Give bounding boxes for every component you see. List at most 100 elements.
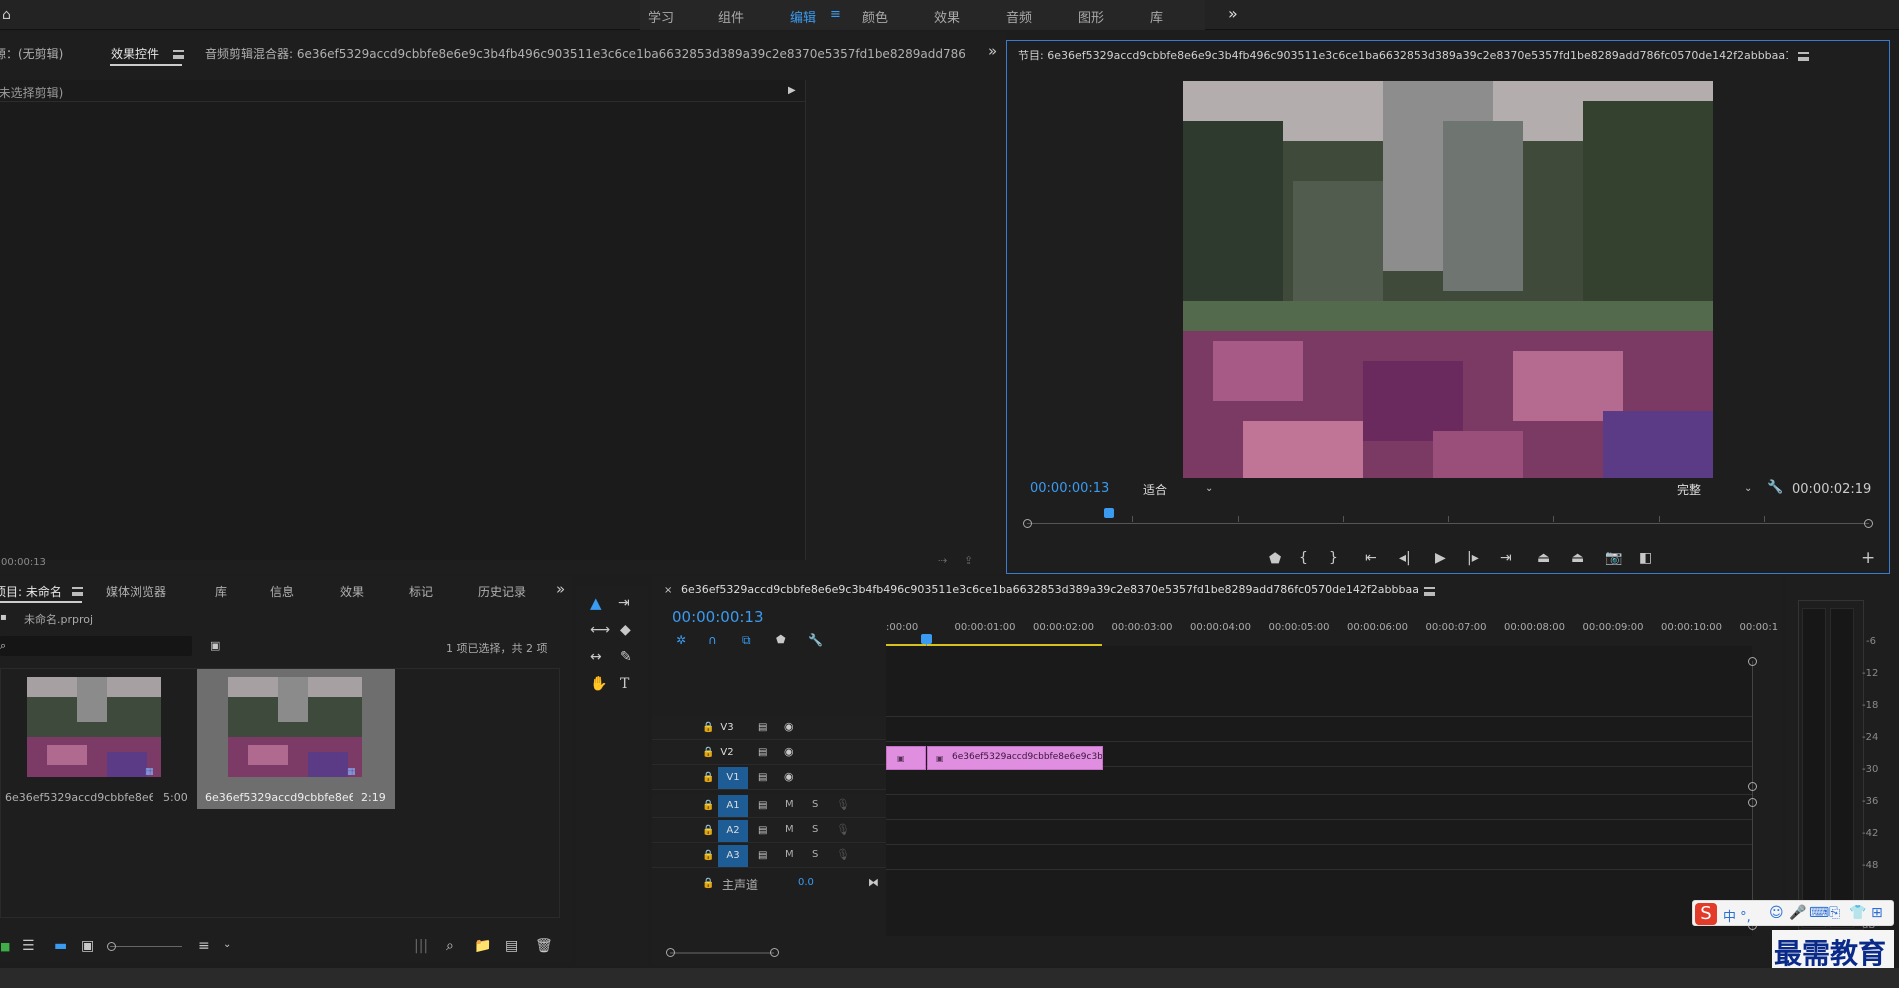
timeline-settings-icon[interactable]: 🔧 (808, 633, 823, 647)
lift-icon[interactable]: ⏏ (1537, 551, 1550, 565)
find-icon[interactable]: ⌕ (446, 939, 454, 953)
microphone-icon[interactable]: 🎙 (836, 798, 850, 812)
vertical-scrollbar[interactable] (1748, 657, 1757, 931)
play-icon[interactable]: ▶ (1435, 551, 1446, 565)
workspace-editing[interactable]: 编辑 (790, 7, 816, 26)
workspace-libraries[interactable]: 库 (1150, 7, 1163, 26)
solo-button[interactable]: S (812, 799, 818, 810)
mute-button[interactable]: M (785, 849, 794, 860)
master-value[interactable]: 0.0 (798, 877, 814, 888)
track-select-tool-icon[interactable]: ⇥ (618, 596, 630, 610)
freeform-view-icon[interactable]: ▣ (81, 939, 94, 953)
time-ruler[interactable]: :00:00 00:00:01:00 00:00:02:00 00:00:03:00 0… (886, 616, 1778, 646)
timeline-tab[interactable]: 6e36ef5329accd9cbbfe8e6e9c3b4fb496c90351… (681, 583, 1419, 596)
workspace-learn[interactable]: 学习 (648, 7, 674, 26)
microphone-icon[interactable]: 🎙 (836, 823, 850, 837)
project-menu-icon[interactable] (72, 587, 83, 596)
new-bin-from-search-icon[interactable]: ▣ (210, 639, 220, 653)
add-marker-icon[interactable]: ⬟ (776, 633, 786, 647)
list-view-icon[interactable]: ☰ (22, 939, 35, 953)
lock-icon[interactable]: ■ (0, 940, 10, 954)
automate-to-sequence-icon[interactable]: ||| (414, 939, 428, 953)
nest-icon[interactable]: ✲ (676, 633, 686, 647)
sync-lock-icon[interactable]: ▤ (758, 721, 767, 735)
skin-icon[interactable]: 👕 (1849, 906, 1866, 920)
tab-audio-clip-mixer[interactable]: 音频剪辑混合器: 6e36ef5329accd9cbbfe8e6e9c3b4fb… (205, 45, 965, 62)
new-bin-icon[interactable]: 📁 (474, 939, 491, 953)
close-tab-icon[interactable]: × (664, 584, 672, 598)
timeline-current-time[interactable]: 00:00:00:13 (672, 608, 764, 626)
hand-tool-icon[interactable]: ✋ (590, 677, 607, 691)
eye-icon[interactable]: ◉ (784, 720, 794, 734)
workspace-audio[interactable]: 音频 (1006, 7, 1032, 26)
sync-lock-icon[interactable]: ▤ (758, 771, 767, 785)
program-playhead[interactable] (1103, 508, 1114, 518)
program-current-time[interactable]: 00:00:00:13 (1030, 481, 1109, 496)
sync-lock-icon[interactable]: ▤ (758, 746, 767, 760)
lock-icon[interactable]: 🔒 (702, 824, 714, 838)
horizontal-zoom-bar[interactable] (666, 948, 779, 958)
workspace-assembly[interactable]: 组件 (718, 7, 744, 26)
eye-icon[interactable]: ◉ (784, 770, 794, 784)
track-label[interactable]: V3 (712, 717, 742, 739)
project-item[interactable]: ▦ 6e36ef5329accd9cbbfe8e6e9... 5:00 (1, 669, 193, 807)
ime-toolbar[interactable]: S 中 °, ☺ 🎤 ⌨ ⎘ 👕 ⊞ (1692, 900, 1894, 926)
timeline-menu-icon[interactable] (1424, 587, 1435, 596)
tab-history[interactable]: 历史记录 (478, 583, 526, 600)
go-to-in-icon[interactable]: ⇤ (1365, 551, 1377, 565)
microphone-icon[interactable]: 🎤 (1789, 906, 1806, 920)
selection-tool-icon[interactable]: ▲ (590, 596, 602, 611)
sync-lock-icon[interactable]: ▤ (758, 799, 767, 813)
track-label[interactable]: A2 (718, 820, 748, 842)
project-search-input[interactable]: ⌕ (0, 636, 192, 656)
tab-markers[interactable]: 标记 (409, 583, 433, 600)
fit-dropdown[interactable]: 适合 ⌄ (1137, 478, 1219, 498)
workspace-more-icon[interactable]: » (1228, 4, 1238, 23)
icon-view-icon[interactable]: ▬ (54, 939, 67, 953)
eye-icon[interactable]: ◉ (784, 745, 794, 759)
project-more-icon[interactable]: » (556, 582, 565, 597)
mute-button[interactable]: M (785, 824, 794, 835)
lock-icon[interactable]: 🔒 (702, 799, 714, 813)
home-icon[interactable]: ⌂ (2, 8, 11, 22)
mute-button[interactable]: M (785, 799, 794, 810)
tab-effect-controls[interactable]: 效果控件 (111, 45, 159, 62)
video-clip[interactable]: ▣ (886, 746, 926, 770)
track-label[interactable]: A1 (718, 795, 748, 817)
lock-icon[interactable]: 🔒 (702, 849, 714, 863)
go-to-out-icon[interactable]: ⇥ (1500, 551, 1512, 565)
zoom-slider[interactable] (107, 942, 182, 951)
tab-source[interactable]: 源：(无剪辑) (0, 45, 63, 62)
ime-mode[interactable]: 中 °, (1723, 906, 1751, 925)
trash-icon[interactable]: 🗑 (535, 939, 553, 953)
add-marker-icon[interactable]: ⬟ (1269, 552, 1281, 566)
lock-icon[interactable]: 🔒 (702, 877, 714, 891)
track-label[interactable]: V1 (718, 767, 748, 789)
track-label[interactable]: V2 (712, 742, 742, 764)
video-clip[interactable]: ▣ 6e36ef5329accd9cbbfe8e6e9c3b4f (927, 746, 1103, 770)
sync-lock-icon[interactable]: ▤ (758, 849, 767, 863)
workspace-effects[interactable]: 效果 (934, 7, 960, 26)
tab-media-browser[interactable]: 媒体浏览器 (106, 583, 166, 600)
toolbox-icon[interactable]: ⊞ (1871, 906, 1883, 920)
sort-icon[interactable]: ≡ (198, 939, 210, 953)
new-item-icon[interactable]: ▤ (505, 939, 518, 953)
workspace-graphics[interactable]: 图形 (1078, 7, 1104, 26)
tab-info[interactable]: 信息 (270, 583, 294, 600)
solo-button[interactable]: S (812, 849, 818, 860)
microphone-icon[interactable]: 🎙 (836, 848, 850, 862)
panel-menu-icon[interactable] (173, 50, 184, 59)
project-item[interactable]: ▦ 6e36ef5329accd9cbbfe8e6e9... 2:19 (197, 669, 395, 809)
extract-icon[interactable]: ⏏ (1571, 551, 1584, 565)
linked-selection-icon[interactable]: ⧉ (742, 633, 751, 647)
workspace-menu-icon[interactable]: ≡ (830, 7, 841, 22)
program-menu-icon[interactable] (1798, 52, 1809, 61)
tab-effects[interactable]: 效果 (340, 583, 364, 600)
export-audio-icon[interactable]: ⇢ (938, 554, 947, 568)
sync-lock-icon[interactable]: ▤ (758, 824, 767, 838)
razor-tool-icon[interactable]: ◆ (620, 623, 631, 637)
pen-tool-icon[interactable]: ✎ (620, 650, 632, 664)
comparison-view-icon[interactable]: ◧ (1639, 551, 1652, 565)
tab-libraries[interactable]: 库 (215, 583, 227, 600)
lock-icon[interactable]: 🔒 (702, 771, 714, 785)
